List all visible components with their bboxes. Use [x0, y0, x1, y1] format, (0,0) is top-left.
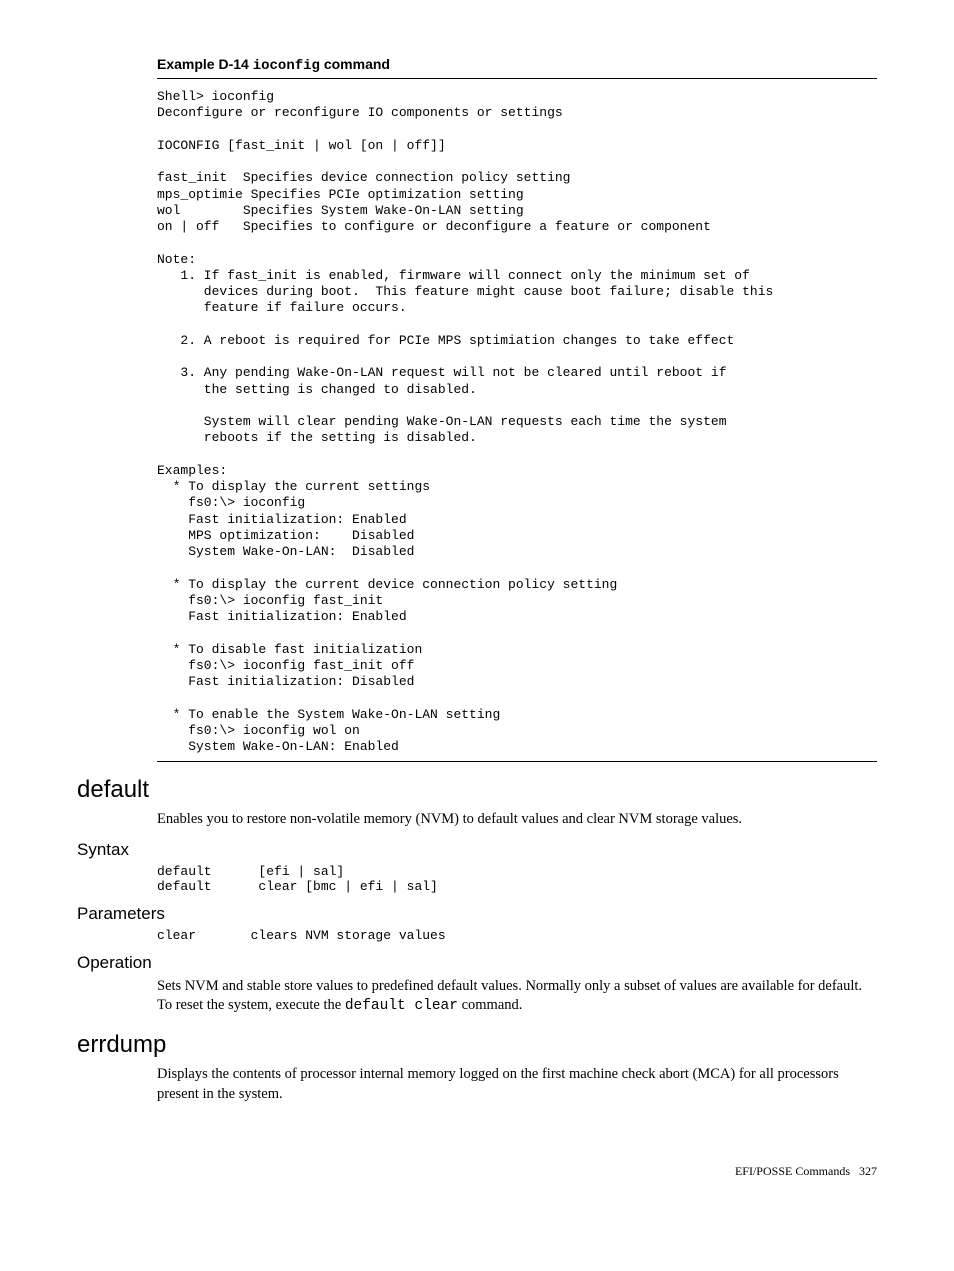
errdump-intro: Displays the contents of processor inter… [157, 1065, 877, 1104]
operation-text-2: command. [458, 997, 522, 1013]
example-code-block: Shell> ioconfig Deconfigure or reconfigu… [157, 87, 877, 757]
parameters-code: clear clears NVM storage values [157, 928, 877, 943]
example-label-suffix: command [324, 56, 390, 72]
example-title: Example D-14 ioconfig command [157, 56, 877, 74]
syntax-heading: Syntax [77, 840, 877, 860]
section-heading-errdump: errdump [77, 1031, 877, 1059]
operation-paragraph: Sets NVM and stable store values to pred… [157, 977, 877, 1017]
example-label-prefix: Example D-14 [157, 56, 249, 72]
operation-inline-code: default clear [345, 998, 458, 1014]
default-intro: Enables you to restore non-volatile memo… [157, 810, 877, 830]
divider [157, 761, 877, 762]
divider [157, 78, 877, 79]
page-footer: EFI/POSSE Commands 327 [77, 1164, 877, 1179]
parameters-heading: Parameters [77, 904, 877, 924]
operation-heading: Operation [77, 953, 877, 973]
footer-label: EFI/POSSE Commands [735, 1164, 850, 1178]
section-heading-default: default [77, 776, 877, 804]
example-label-code: ioconfig [253, 58, 320, 74]
footer-page-number: 327 [859, 1164, 877, 1178]
syntax-code: default [efi | sal] default clear [bmc |… [157, 864, 877, 894]
